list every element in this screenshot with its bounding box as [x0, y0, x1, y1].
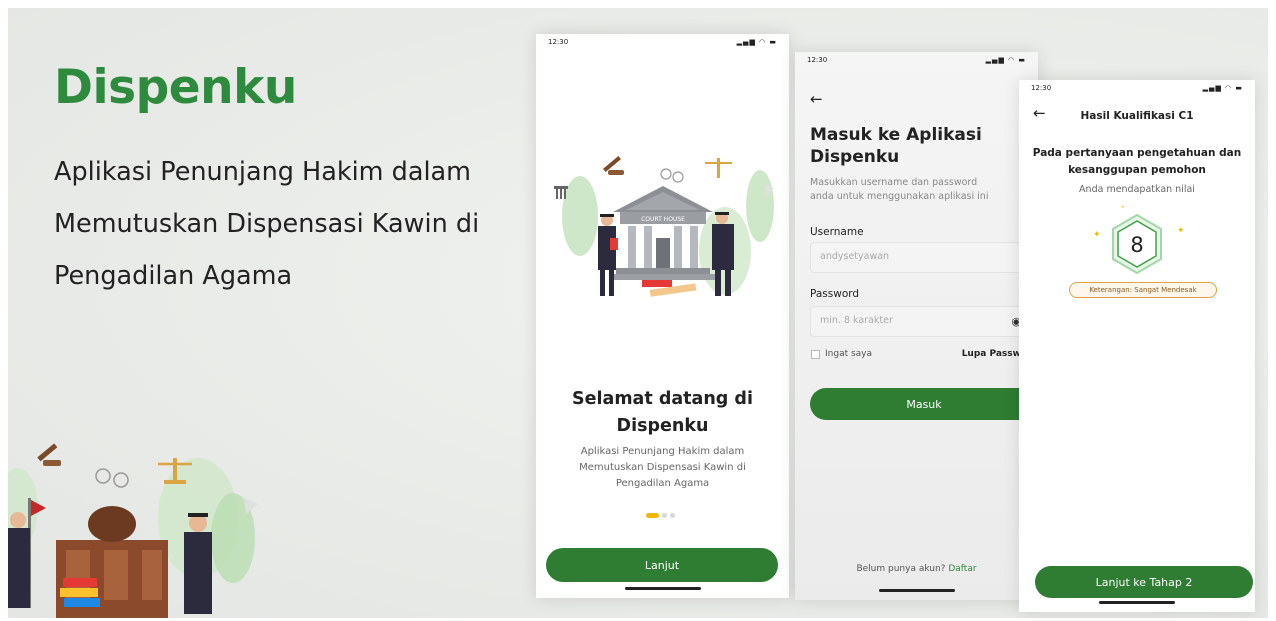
next-button[interactable]: Lanjut — [546, 548, 778, 582]
back-arrow-icon[interactable]: ← — [810, 90, 823, 108]
welcome-title: Selamat datang di Dispenku — [572, 389, 753, 436]
page-dot-active — [645, 513, 659, 518]
sparkle-icon: • — [1121, 204, 1125, 211]
password-label: Password — [810, 288, 860, 300]
signup-row: Belum punya akun? Daftar — [795, 564, 1038, 574]
phone-result-screen: 12:30 ▂▄▆ ◠ ▬ ← Hasil Kualifikasi C1 Pad… — [1019, 80, 1255, 612]
result-subtitle: Anda mendapatkan nilai — [1079, 184, 1195, 195]
signup-link[interactable]: Daftar — [948, 564, 976, 574]
page-indicator — [645, 513, 680, 518]
score-hexagon: 8 — [1112, 213, 1162, 275]
page-dot — [661, 513, 667, 518]
login-button[interactable]: Masuk — [810, 388, 1038, 420]
welcome-description: Aplikasi Penunjang Hakim dalam Memutuska… — [579, 446, 746, 489]
home-indicator — [624, 587, 701, 590]
court-house-sign: COURT HOUSE — [641, 216, 685, 223]
status-time: 12:30 — [1031, 84, 1052, 92]
signal-wifi-battery-icon: ▂▄▆ ◠ ▬ — [736, 38, 777, 46]
status-time: 12:30 — [807, 56, 828, 64]
username-field[interactable]: andysetyawan — [810, 242, 1038, 273]
court-house-illustration: COURT HOUSE — [554, 156, 774, 297]
password-placeholder: min. 8 karakter — [820, 315, 893, 326]
score-value: 8 — [1130, 233, 1143, 257]
sparkle-icon: ✦ — [1093, 230, 1101, 240]
password-field[interactable]: min. 8 karakter ◉ — [810, 306, 1038, 337]
status-bar: 12:30 ▂▄▆ ◠ ▬ — [548, 38, 777, 50]
brand-title: Dispenku — [54, 60, 297, 115]
status-time: 12:30 — [548, 38, 569, 46]
remember-checkbox[interactable] — [811, 350, 820, 359]
canvas: Dispenku Aplikasi Penunjang Hakim dalam … — [8, 8, 1268, 618]
sparkle-icon: ✦ — [1177, 226, 1185, 236]
signal-wifi-battery-icon: ▂▄▆ ◠ ▬ — [1202, 84, 1243, 92]
next-stage-button[interactable]: Lanjut ke Tahap 2 — [1035, 566, 1253, 598]
brand-tagline: Aplikasi Penunjang Hakim dalam Memutuska… — [54, 157, 480, 291]
phone-welcome-screen: 12:30 ▂▄▆ ◠ ▬ COURT HOUSE Selamat datang… — [536, 34, 789, 598]
result-question: Pada pertanyaan pengetahuan dan kesanggu… — [1032, 147, 1242, 176]
username-label: Username — [810, 226, 864, 238]
result-header: Hasil Kualifikasi C1 — [1080, 110, 1194, 122]
username-value: andysetyawan — [820, 251, 890, 262]
home-indicator — [878, 589, 955, 592]
courtroom-illustration — [8, 443, 258, 618]
status-bar: 12:30 ▂▄▆ ◠ ▬ — [807, 56, 1026, 68]
login-subtitle: Masukkan username dan password anda untu… — [810, 177, 989, 202]
signal-wifi-battery-icon: ▂▄▆ ◠ ▬ — [985, 56, 1026, 64]
home-indicator — [1099, 601, 1175, 604]
result-badge: Keterangan: Sangat Mendesak — [1069, 282, 1217, 298]
phone-login-screen: 12:30 ▂▄▆ ◠ ▬ ← Masuk ke Aplikasi Dispen… — [795, 52, 1038, 600]
status-bar: 12:30 ▂▄▆ ◠ ▬ — [1031, 84, 1243, 96]
remember-label: Ingat saya — [825, 349, 873, 359]
login-title: Masuk ke Aplikasi Dispenku — [810, 125, 982, 167]
page-dot — [669, 513, 675, 518]
signup-prompt: Belum punya akun? — [856, 564, 946, 574]
